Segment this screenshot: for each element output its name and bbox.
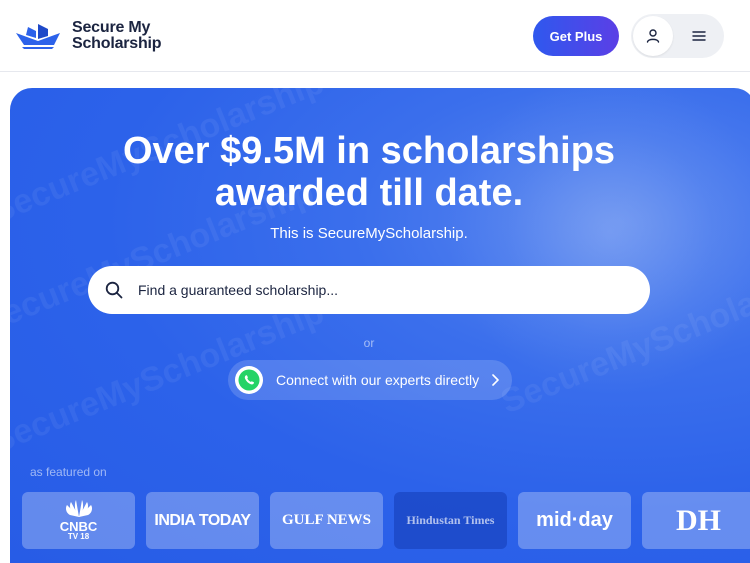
account-menu-pill [631,14,724,58]
press-logo-text: INDIA TODAY [154,511,251,529]
logo-line-2: Scholarship [72,35,162,52]
scholarship-search-input[interactable] [138,282,618,298]
whatsapp-connect-button[interactable]: Connect with our experts directly [228,360,512,400]
press-logo-row: CNBC TV 18 INDIA TODAY GULF NEWS Hindust… [22,492,750,550]
chevron-right-icon [492,374,499,386]
whatsapp-connect-label: Connect with our experts directly [276,372,480,388]
user-icon [646,29,660,43]
press-logo-hindustan-times[interactable]: Hindustan Times [394,492,507,549]
hero-subline: This is SecureMyScholarship. [270,225,468,242]
whatsapp-icon [235,366,263,394]
press-logo-gulf-news[interactable]: GULF NEWS [270,492,383,549]
menu-icon [692,31,706,41]
logo-wordmark: Secure My Scholarship [72,19,162,52]
press-logo-text: Hindustan Times [406,513,495,527]
press-logo-text: mid·day [536,509,613,531]
logo-line-1: Secure My [72,19,151,36]
press-logo-india-today[interactable]: INDIA TODAY [146,492,259,549]
press-logo-mid-day[interactable]: mid·day [518,492,631,549]
site-logo[interactable]: Secure My Scholarship [14,19,162,52]
menu-button[interactable] [687,24,711,48]
hero-headline: Over $9.5M in scholarships awarded till … [10,130,728,214]
hero-headline-line-1: Over $9.5M in scholarships [122,130,616,172]
peacock-icon [65,500,92,517]
press-logo-text: GULF NEWS [281,512,372,528]
logo-boat-icon [16,24,60,49]
get-plus-button[interactable]: Get Plus [533,16,619,56]
press-logo-text: DH [676,503,721,537]
or-separator: or [363,336,375,350]
press-logo-subtext: TV 18 [67,532,90,541]
account-button[interactable] [633,16,673,56]
site-header: Secure My Scholarship Get Plus [0,0,750,72]
scholarship-search-bar[interactable] [88,266,650,314]
press-logo-deccan-herald[interactable]: DH [642,492,750,549]
press-logo-cnbc[interactable]: CNBC TV 18 [22,492,135,549]
hero-headline-line-2: awarded till date. [214,172,524,214]
featured-on-label: as featured on [30,465,107,479]
hero-section: SecureMyScholarship SecureMyScholarship … [10,88,750,563]
search-icon [105,281,123,299]
